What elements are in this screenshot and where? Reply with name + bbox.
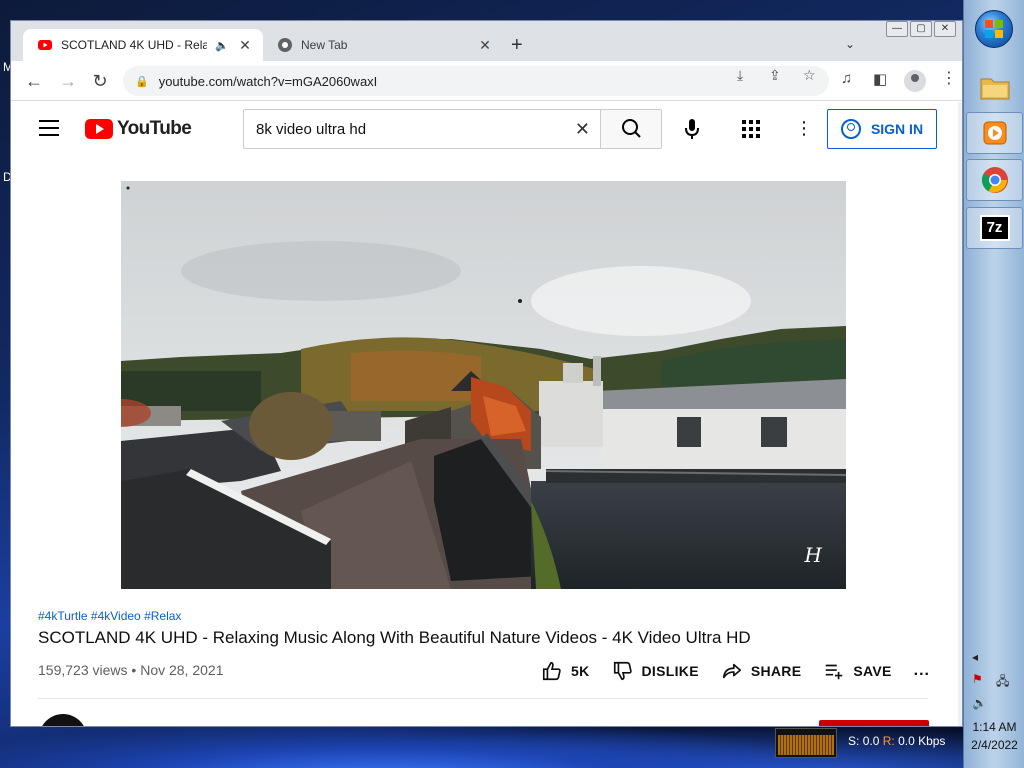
- subscribe-button[interactable]: [819, 720, 929, 726]
- youtube-logo[interactable]: YouTube: [85, 118, 192, 140]
- taskbar-chrome[interactable]: [966, 159, 1023, 201]
- windows-taskbar: 7z ◂ ⚑ 🖧 🔊 1:14 AM 2/4/2022: [963, 0, 1024, 768]
- close-tab-icon[interactable]: ✕: [237, 37, 253, 54]
- side-panel-icon[interactable]: ◧: [873, 70, 887, 88]
- chrome-window: SCOTLAND 4K UHD - Relaxin 🔈 ✕ New Tab ✕ …: [10, 20, 963, 727]
- apps-grid-icon[interactable]: [742, 120, 760, 138]
- profile-avatar-icon[interactable]: [904, 70, 926, 92]
- youtube-masthead: YouTube 8k video ultra hd ✕ ⋮ SIGN IN: [11, 102, 962, 158]
- back-arrow-icon[interactable]: ←: [23, 70, 45, 92]
- chrome-menu-icon[interactable]: ⋮: [941, 71, 957, 87]
- youtube-page: YouTube 8k video ultra hd ✕ ⋮ SIGN IN H …: [11, 102, 962, 726]
- network-stats: S: 0.0 R: 0.0 Kbps: [848, 734, 945, 748]
- hamburger-menu-icon[interactable]: [39, 120, 59, 141]
- minimize-button[interactable]: —: [886, 21, 908, 37]
- net-receive-value: 0.0 Kbps: [898, 734, 946, 748]
- maximize-button[interactable]: ▢: [910, 21, 932, 37]
- share-label: SHARE: [750, 663, 802, 679]
- folder-icon: [980, 78, 1009, 100]
- 7zip-label: 7z: [986, 219, 1003, 236]
- video-hashtags[interactable]: #4kTurtle #4kVideo #Relax: [38, 609, 181, 623]
- media-control-icon[interactable]: ♫: [841, 70, 852, 87]
- browser-toolbar: ← → ↻ 🔒 youtube.com/watch?v=mGA2060waxI …: [11, 61, 962, 101]
- more-actions-button[interactable]: ...: [914, 662, 930, 680]
- close-window-button[interactable]: ✕: [934, 21, 956, 37]
- tab-strip: SCOTLAND 4K UHD - Relaxin 🔈 ✕ New Tab ✕ …: [11, 21, 962, 61]
- show-hidden-icons-arrow-icon[interactable]: ◂: [972, 650, 978, 664]
- net-send-label: S:: [848, 734, 860, 748]
- windows-flag-icon: [985, 20, 1003, 38]
- add-to-playlist-icon: [826, 664, 843, 680]
- video-player[interactable]: H: [121, 181, 846, 589]
- tab-youtube[interactable]: SCOTLAND 4K UHD - Relaxin 🔈 ✕: [23, 29, 263, 61]
- 7zip-icon: 7z: [979, 215, 1010, 241]
- clear-search-icon[interactable]: ✕: [575, 119, 590, 140]
- dislike-button[interactable]: DISLIKE: [612, 660, 699, 682]
- chrome-favicon-icon: [278, 38, 292, 52]
- net-receive-label: R:: [882, 734, 895, 748]
- microphone-icon[interactable]: [679, 116, 705, 142]
- tab-search-chevron-icon[interactable]: ⌄: [845, 37, 855, 51]
- sign-in-label: SIGN IN: [870, 121, 924, 137]
- search-button[interactable]: [600, 109, 662, 149]
- start-button[interactable]: [975, 10, 1013, 48]
- media-player-icon: [983, 121, 1006, 145]
- install-app-icon[interactable]: ⤓: [737, 67, 743, 84]
- account-icon: [840, 119, 861, 139]
- video-metadata: 159,723 views • Nov 28, 2021: [38, 662, 224, 678]
- search-query-text: 8k video ultra hd: [256, 120, 367, 138]
- window-controls: — ▢ ✕: [886, 21, 956, 37]
- publish-date: Nov 28, 2021: [140, 662, 224, 678]
- bookmark-star-icon[interactable]: ☆: [803, 67, 816, 84]
- clock-time[interactable]: 1:14 AM: [964, 720, 1024, 734]
- save-label: SAVE: [853, 663, 892, 679]
- settings-more-icon[interactable]: ⋮: [795, 119, 813, 137]
- share-arrow-icon: [722, 663, 741, 679]
- forward-arrow-icon[interactable]: →: [57, 70, 79, 92]
- url-text: youtube.com/watch?v=mGA2060waxI: [158, 73, 378, 89]
- new-tab-button[interactable]: +: [511, 35, 523, 55]
- sign-in-button[interactable]: SIGN IN: [827, 109, 937, 149]
- video-title: SCOTLAND 4K UHD - Relaxing Music Along W…: [38, 628, 751, 647]
- close-tab-icon[interactable]: ✕: [477, 37, 493, 54]
- clock-date[interactable]: 2/4/2022: [964, 738, 1024, 752]
- thumbs-up-icon: [542, 661, 561, 681]
- share-page-icon[interactable]: ⇪: [769, 67, 781, 84]
- channel-watermark: H: [804, 543, 822, 567]
- search-icon: [622, 119, 641, 138]
- dislike-label: DISLIKE: [641, 663, 699, 679]
- youtube-favicon-icon: [38, 40, 52, 50]
- view-count: 159,723 views: [38, 662, 128, 678]
- network-meter-graph: [775, 728, 837, 758]
- channel-avatar[interactable]: [39, 714, 87, 726]
- volume-icon[interactable]: 🔊: [972, 696, 987, 710]
- network-icon[interactable]: 🖧: [996, 672, 1009, 693]
- taskbar-media-player[interactable]: [966, 112, 1023, 154]
- share-button[interactable]: SHARE: [721, 660, 802, 682]
- taskbar-explorer[interactable]: [966, 66, 1023, 108]
- thumbs-down-icon: [613, 661, 632, 681]
- audio-playing-icon[interactable]: 🔈: [215, 39, 229, 52]
- section-divider: [38, 698, 928, 699]
- like-button[interactable]: 5K: [541, 660, 590, 682]
- net-send-value: 0.0: [862, 734, 880, 748]
- like-count: 5K: [571, 663, 590, 679]
- reload-icon[interactable]: ↻: [89, 70, 111, 92]
- video-frame-scotland-distillery: [121, 181, 846, 589]
- address-bar[interactable]: 🔒 youtube.com/watch?v=mGA2060waxI: [123, 66, 829, 96]
- tab-title: New Tab: [301, 38, 348, 52]
- youtube-logo-text: YouTube: [117, 118, 192, 139]
- youtube-play-logo-icon: [85, 119, 113, 139]
- chrome-icon: [981, 167, 1008, 193]
- action-center-flag-icon[interactable]: ⚑: [972, 672, 983, 686]
- lock-icon[interactable]: 🔒: [135, 75, 149, 88]
- meta-separator: •: [131, 662, 137, 678]
- save-button[interactable]: SAVE: [823, 660, 891, 682]
- search-input[interactable]: 8k video ultra hd ✕: [243, 109, 601, 149]
- video-actions: 5K DISLIKE SHARE SAVE ...: [541, 658, 930, 684]
- tab-new-tab[interactable]: New Tab ✕: [263, 29, 503, 61]
- tab-title: SCOTLAND 4K UHD - Relaxin: [61, 38, 207, 52]
- taskbar-7zip[interactable]: 7z: [966, 207, 1023, 249]
